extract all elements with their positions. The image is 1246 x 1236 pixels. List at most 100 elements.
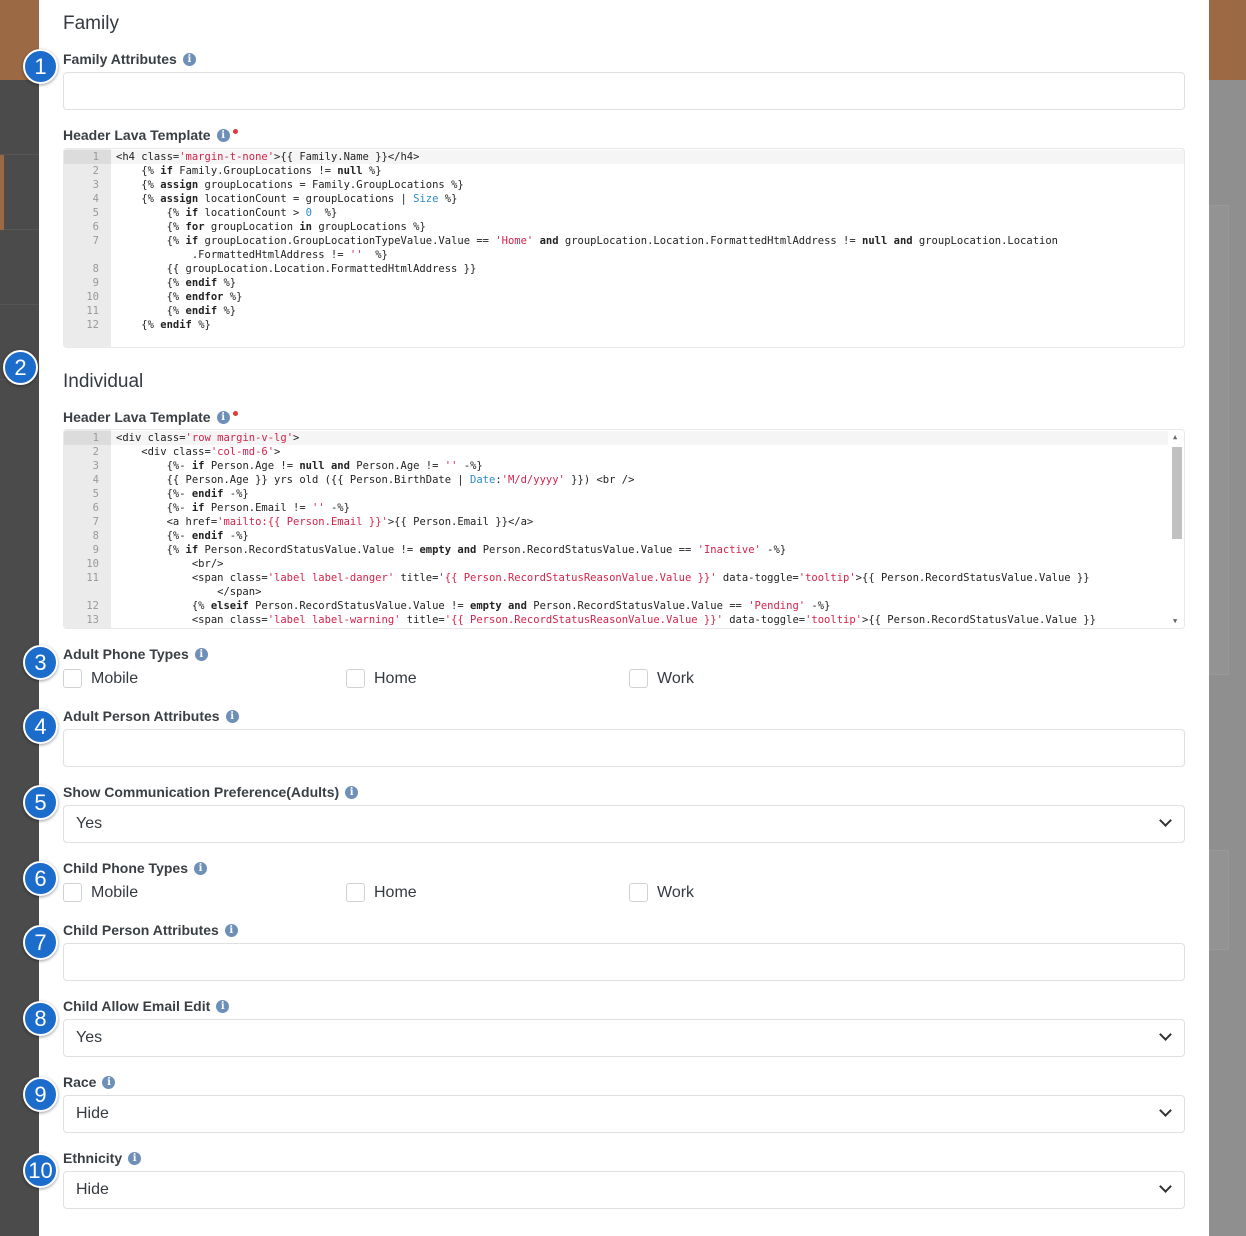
code-text: {% endfor %} [116, 291, 243, 303]
checkbox[interactable] [629, 669, 648, 688]
info-icon[interactable]: i [216, 128, 230, 142]
race-label: Race i [63, 1074, 116, 1090]
line-number: 8 [92, 530, 99, 542]
info-icon[interactable]: i [224, 923, 238, 937]
code-text: {% if Family.GroupLocations != null %} [116, 165, 382, 177]
code-text: {% if locationCount > 0 %} [116, 207, 338, 219]
info-icon[interactable]: i [102, 1075, 116, 1089]
line-number: 11 [86, 305, 99, 317]
code-line[interactable]: 13 <span class='label label-warning' tit… [64, 613, 1184, 627]
checkbox[interactable] [63, 883, 82, 902]
checkbox[interactable] [346, 883, 365, 902]
code-text: {%- if Person.Email != '' -%} [116, 502, 350, 514]
code-line[interactable]: 9 {% if Person.RecordStatusValue.Value !… [64, 543, 1184, 557]
adult-phone-types-label: Adult Phone Types i [63, 646, 208, 662]
callout-badge: 4 [23, 709, 58, 744]
code-text: <a href='mailto:{{ Person.Email }}'>{{ P… [116, 516, 534, 528]
code-line[interactable]: 11 <span class='label label-danger' titl… [64, 571, 1184, 585]
code-line[interactable]: 9 {% endif %} [64, 276, 1184, 290]
line-number: 9 [92, 544, 99, 556]
checkbox-child-home[interactable]: Home [346, 883, 629, 902]
code-text: {% elseif Person.RecordStatusValue.Value… [116, 600, 831, 612]
child-phone-types-checkboxes: Mobile Home Work [63, 883, 912, 902]
info-icon[interactable]: i [193, 861, 207, 875]
code-line[interactable]: 12 {% elseif Person.RecordStatusValue.Va… [64, 599, 1184, 613]
line-number: 12 [86, 600, 99, 612]
code-text: {{ Person.Age }} yrs old ({{ Person.Birt… [116, 474, 635, 486]
info-icon[interactable]: i [225, 709, 239, 723]
code-line[interactable]: 1 <h4 class='margin-t-none'>{{ Family.Nam… [64, 150, 1184, 164]
family-attributes-label: Family Attributes i [63, 51, 196, 67]
code-line[interactable]: 4 {% assign locationCount = groupLocatio… [64, 192, 1184, 206]
line-number: 9 [92, 277, 99, 289]
code-line[interactable]: 10 <br/> [64, 557, 1184, 571]
ethnicity-label: Ethnicity i [63, 1150, 142, 1166]
code-line[interactable]: </span> [64, 585, 1184, 599]
code-line[interactable]: 3 {%- if Person.Age != null and Person.A… [64, 459, 1184, 473]
checkbox-child-mobile[interactable]: Mobile [63, 883, 346, 902]
code-line[interactable]: 7 <a href='mailto:{{ Person.Email }}'>{{… [64, 515, 1184, 529]
code-line[interactable]: 11 {% endif %} [64, 304, 1184, 318]
checkbox-adult-mobile[interactable]: Mobile [63, 669, 346, 688]
callout-badge: 8 [23, 1001, 58, 1036]
checkbox-child-work[interactable]: Work [629, 883, 912, 902]
child-allow-email-edit-label: Child Allow Email Edit i [63, 998, 230, 1014]
code-text: {%- if Person.Age != null and Person.Age… [116, 460, 483, 472]
family-header-template-editor[interactable]: 1 <h4 class='margin-t-none'>{{ Family.Nam… [63, 148, 1185, 348]
info-icon[interactable]: i [216, 410, 230, 424]
callout-badge: 9 [23, 1077, 58, 1112]
checkbox-adult-home[interactable]: Home [346, 669, 629, 688]
individual-header-template-label: Header Lava Template i [63, 409, 238, 425]
code-text: {% assign locationCount = groupLocations… [116, 193, 458, 205]
child-person-attributes-input[interactable] [63, 943, 1185, 981]
code-line[interactable]: 12 {% endif %} [64, 318, 1184, 332]
family-attributes-input[interactable] [63, 72, 1185, 110]
code-line[interactable]: 8 {{ groupLocation.Location.FormattedHtm… [64, 262, 1184, 276]
child-allow-email-edit-select[interactable]: Yes [63, 1019, 1185, 1057]
info-icon[interactable]: i [216, 999, 230, 1013]
code-line[interactable]: 2 {% if Family.GroupLocations != null %} [64, 164, 1184, 178]
callout-badge: 7 [23, 925, 58, 960]
child-phone-types-label: Child Phone Types i [63, 860, 207, 876]
info-icon[interactable]: i [345, 785, 359, 799]
code-text: {{ groupLocation.Location.FormattedHtmlA… [116, 263, 477, 275]
page-backdrop [1209, 80, 1246, 1236]
code-text: <span class='label label-warning' title=… [116, 614, 1096, 626]
code-line[interactable]: 4 {{ Person.Age }} yrs old ({{ Person.Bi… [64, 473, 1184, 487]
line-number: 3 [92, 179, 99, 191]
code-text: {% for groupLocation in groupLocations %… [116, 221, 426, 233]
info-icon[interactable]: i [128, 1151, 142, 1165]
info-icon[interactable]: i [194, 647, 208, 661]
family-header-template-label: Header Lava Template i [63, 127, 238, 143]
individual-header-template-editor[interactable]: 1 <div class='row margin-v-lg'> 2 <div cla… [63, 429, 1185, 629]
callout-badge: 3 [23, 645, 58, 680]
race-select[interactable]: Hide [63, 1095, 1185, 1133]
code-line[interactable]: 5 {% if locationCount > 0 %} [64, 206, 1184, 220]
editor-scrollbar[interactable]: ▲ ▼ [1168, 430, 1184, 628]
code-line[interactable]: 6 {%- if Person.Email != '' -%} [64, 501, 1184, 515]
checkbox[interactable] [63, 669, 82, 688]
code-line[interactable]: 1 <div class='row margin-v-lg'> [64, 431, 1184, 445]
code-line[interactable]: 7 {% if groupLocation.GroupLocationTypeV… [64, 234, 1184, 248]
line-number: 5 [92, 207, 99, 219]
code-text: <div class='row margin-v-lg'> [116, 432, 300, 444]
required-indicator [232, 410, 238, 416]
code-line[interactable]: 6 {% for groupLocation in groupLocations… [64, 220, 1184, 234]
code-line[interactable]: 5 {%- endif -%} [64, 487, 1184, 501]
show-communication-preference-select[interactable]: Yes [63, 805, 1185, 843]
ethnicity-select[interactable]: Hide [63, 1171, 1185, 1209]
callout-badge: 10 [23, 1153, 58, 1188]
adult-person-attributes-input[interactable] [63, 729, 1185, 767]
required-indicator [232, 128, 238, 134]
code-line[interactable]: 2 <div class='col-md-6'> [64, 445, 1184, 459]
code-line[interactable]: 8 {%- endif -%} [64, 529, 1184, 543]
info-icon[interactable]: i [182, 52, 196, 66]
code-line[interactable]: 10 {% endfor %} [64, 290, 1184, 304]
chevron-down-icon [1159, 814, 1172, 827]
checkbox[interactable] [346, 669, 365, 688]
code-line[interactable]: 3 {% assign groupLocations = Family.Grou… [64, 178, 1184, 192]
callout-badge: 5 [23, 785, 58, 820]
checkbox-adult-work[interactable]: Work [629, 669, 912, 688]
code-line[interactable]: .FormattedHtmlAddress != '' %} [64, 248, 1184, 262]
checkbox[interactable] [629, 883, 648, 902]
